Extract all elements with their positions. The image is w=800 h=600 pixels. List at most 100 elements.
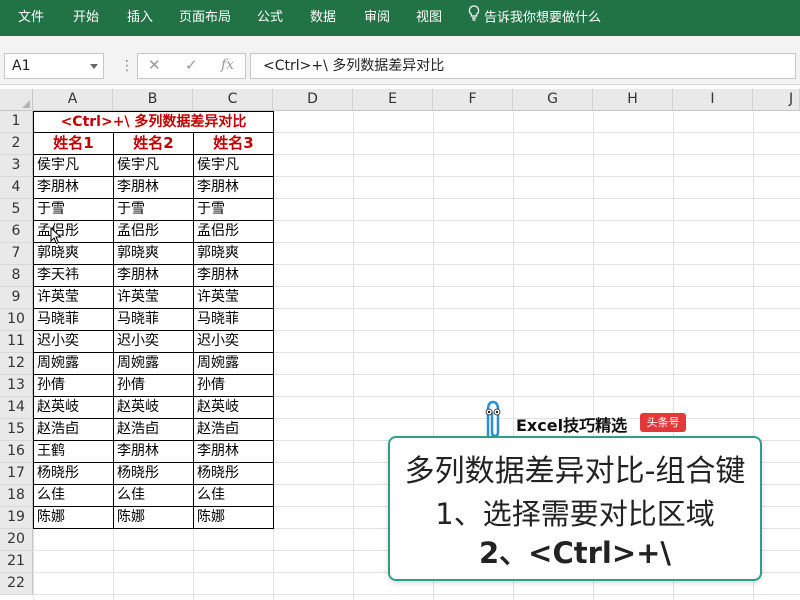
data-cell[interactable]: 孙倩 [33,375,114,397]
select-all-corner[interactable] [0,89,33,111]
data-cell[interactable]: 陈娜 [33,507,114,529]
row-header-10[interactable]: 10 [0,309,33,331]
row-header-11[interactable]: 11 [0,331,33,353]
data-cell[interactable]: 杨晓彤 [114,463,194,485]
data-cell[interactable]: 李朋林 [194,177,274,199]
column-header-h[interactable]: H [593,89,673,111]
row-header-1[interactable]: 1 [0,111,33,133]
data-cell[interactable]: 侯宇凡 [114,155,194,177]
data-cell[interactable]: 杨晓彤 [33,463,114,485]
row-header-4[interactable]: 4 [0,177,33,199]
chevron-down-icon[interactable] [90,64,98,69]
row-header-21[interactable]: 21 [0,551,33,573]
data-cell[interactable]: 侯宇凡 [33,155,114,177]
data-cell[interactable]: 周婉露 [114,353,194,375]
row-header-7[interactable]: 7 [0,243,33,265]
row-header-6[interactable]: 6 [0,221,33,243]
data-cell[interactable]: 许英莹 [33,287,114,309]
data-cell[interactable]: 郭晓爽 [114,243,194,265]
data-cell[interactable]: 许英莹 [194,287,274,309]
data-cell[interactable]: 李朋林 [33,177,114,199]
column-header-j[interactable]: J [753,89,800,111]
data-cell[interactable]: 马晓菲 [33,309,114,331]
tab-page-layout[interactable]: 页面布局 [179,0,231,36]
tab-file[interactable]: 文件 [18,0,44,36]
data-cell[interactable]: 孟侣彤 [33,221,114,243]
tab-review[interactable]: 审阅 [364,0,390,36]
column-header-c[interactable]: C [193,89,273,111]
data-cell[interactable]: 于雪 [33,199,114,221]
row-header-9[interactable]: 9 [0,287,33,309]
header-cell-name2[interactable]: 姓名2 [114,133,194,155]
enter-icon[interactable]: ✓ [185,56,198,74]
data-cell[interactable]: 周婉露 [194,353,274,375]
data-cell[interactable]: 周婉露 [33,353,114,375]
column-header-b[interactable]: B [113,89,193,111]
formula-input[interactable]: <Ctrl>+\ 多列数据差异对比 [250,53,796,79]
data-cell[interactable]: 赵浩卣 [114,419,194,441]
row-header-22[interactable]: 22 [0,573,33,595]
data-cell[interactable]: 陈娜 [114,507,194,529]
data-cell[interactable]: 孟侣彤 [114,221,194,243]
row-header-15[interactable]: 15 [0,419,33,441]
data-cell[interactable]: 孟侣彤 [194,221,274,243]
data-cell[interactable]: 李朋林 [194,441,274,463]
row-header-16[interactable]: 16 [0,441,33,463]
data-cell[interactable]: 郭晓爽 [194,243,274,265]
data-cell[interactable]: 迟小奕 [33,331,114,353]
data-cell[interactable]: 迟小奕 [114,331,194,353]
data-cell[interactable]: 孙倩 [194,375,274,397]
insert-function-icon[interactable]: fx [221,57,234,73]
tab-home[interactable]: 开始 [73,0,99,36]
column-header-g[interactable]: G [513,89,593,111]
data-cell[interactable]: 赵英岐 [114,397,194,419]
tab-insert[interactable]: 插入 [127,0,153,36]
cancel-icon[interactable]: ✕ [148,56,161,74]
header-cell-name1[interactable]: 姓名1 [33,133,114,155]
data-cell[interactable]: 么佳 [114,485,194,507]
column-header-i[interactable]: I [673,89,753,111]
data-cell[interactable]: 赵英岐 [194,397,274,419]
data-cell[interactable]: 侯宇凡 [194,155,274,177]
row-header-12[interactable]: 12 [0,353,33,375]
data-cell[interactable]: 李朋林 [194,265,274,287]
data-cell[interactable]: 赵英岐 [33,397,114,419]
column-header-a[interactable]: A [33,89,113,111]
data-cell[interactable]: 赵浩卣 [194,419,274,441]
column-header-e[interactable]: E [353,89,433,111]
data-cell[interactable]: 李朋林 [114,441,194,463]
data-cell[interactable]: 孙倩 [114,375,194,397]
row-header-14[interactable]: 14 [0,397,33,419]
row-header-19[interactable]: 19 [0,507,33,529]
row-header-5[interactable]: 5 [0,199,33,221]
data-cell[interactable]: 于雪 [194,199,274,221]
data-cell[interactable]: 赵浩卣 [33,419,114,441]
row-header-13[interactable]: 13 [0,375,33,397]
row-header-20[interactable]: 20 [0,529,33,551]
data-cell[interactable]: 于雪 [114,199,194,221]
column-header-d[interactable]: D [273,89,353,111]
data-cell[interactable]: 么佳 [194,485,274,507]
tell-me-box[interactable]: 告诉我你想要做什么 [468,0,601,36]
tab-formulas[interactable]: 公式 [257,0,283,36]
tab-view[interactable]: 视图 [416,0,442,36]
row-header-8[interactable]: 8 [0,265,33,287]
row-header-17[interactable]: 17 [0,463,33,485]
data-cell[interactable]: 郭晓爽 [33,243,114,265]
table-title-cell[interactable]: <Ctrl>+\ 多列数据差异对比 [33,111,274,133]
data-cell[interactable]: 马晓菲 [194,309,274,331]
data-cell[interactable]: 杨晓彤 [194,463,274,485]
data-cell[interactable]: 王鹤 [33,441,114,463]
header-cell-name3[interactable]: 姓名3 [194,133,274,155]
data-cell[interactable]: 李朋林 [114,265,194,287]
data-cell[interactable]: 陈娜 [194,507,274,529]
data-cell[interactable]: 迟小奕 [194,331,274,353]
column-header-f[interactable]: F [433,89,513,111]
data-cell[interactable]: 么佳 [33,485,114,507]
data-cell[interactable]: 李天祎 [33,265,114,287]
data-cell[interactable]: 马晓菲 [114,309,194,331]
data-cell[interactable]: 李朋林 [114,177,194,199]
data-cell[interactable]: 许英莹 [114,287,194,309]
name-box[interactable]: A1 [4,53,104,79]
row-header-18[interactable]: 18 [0,485,33,507]
